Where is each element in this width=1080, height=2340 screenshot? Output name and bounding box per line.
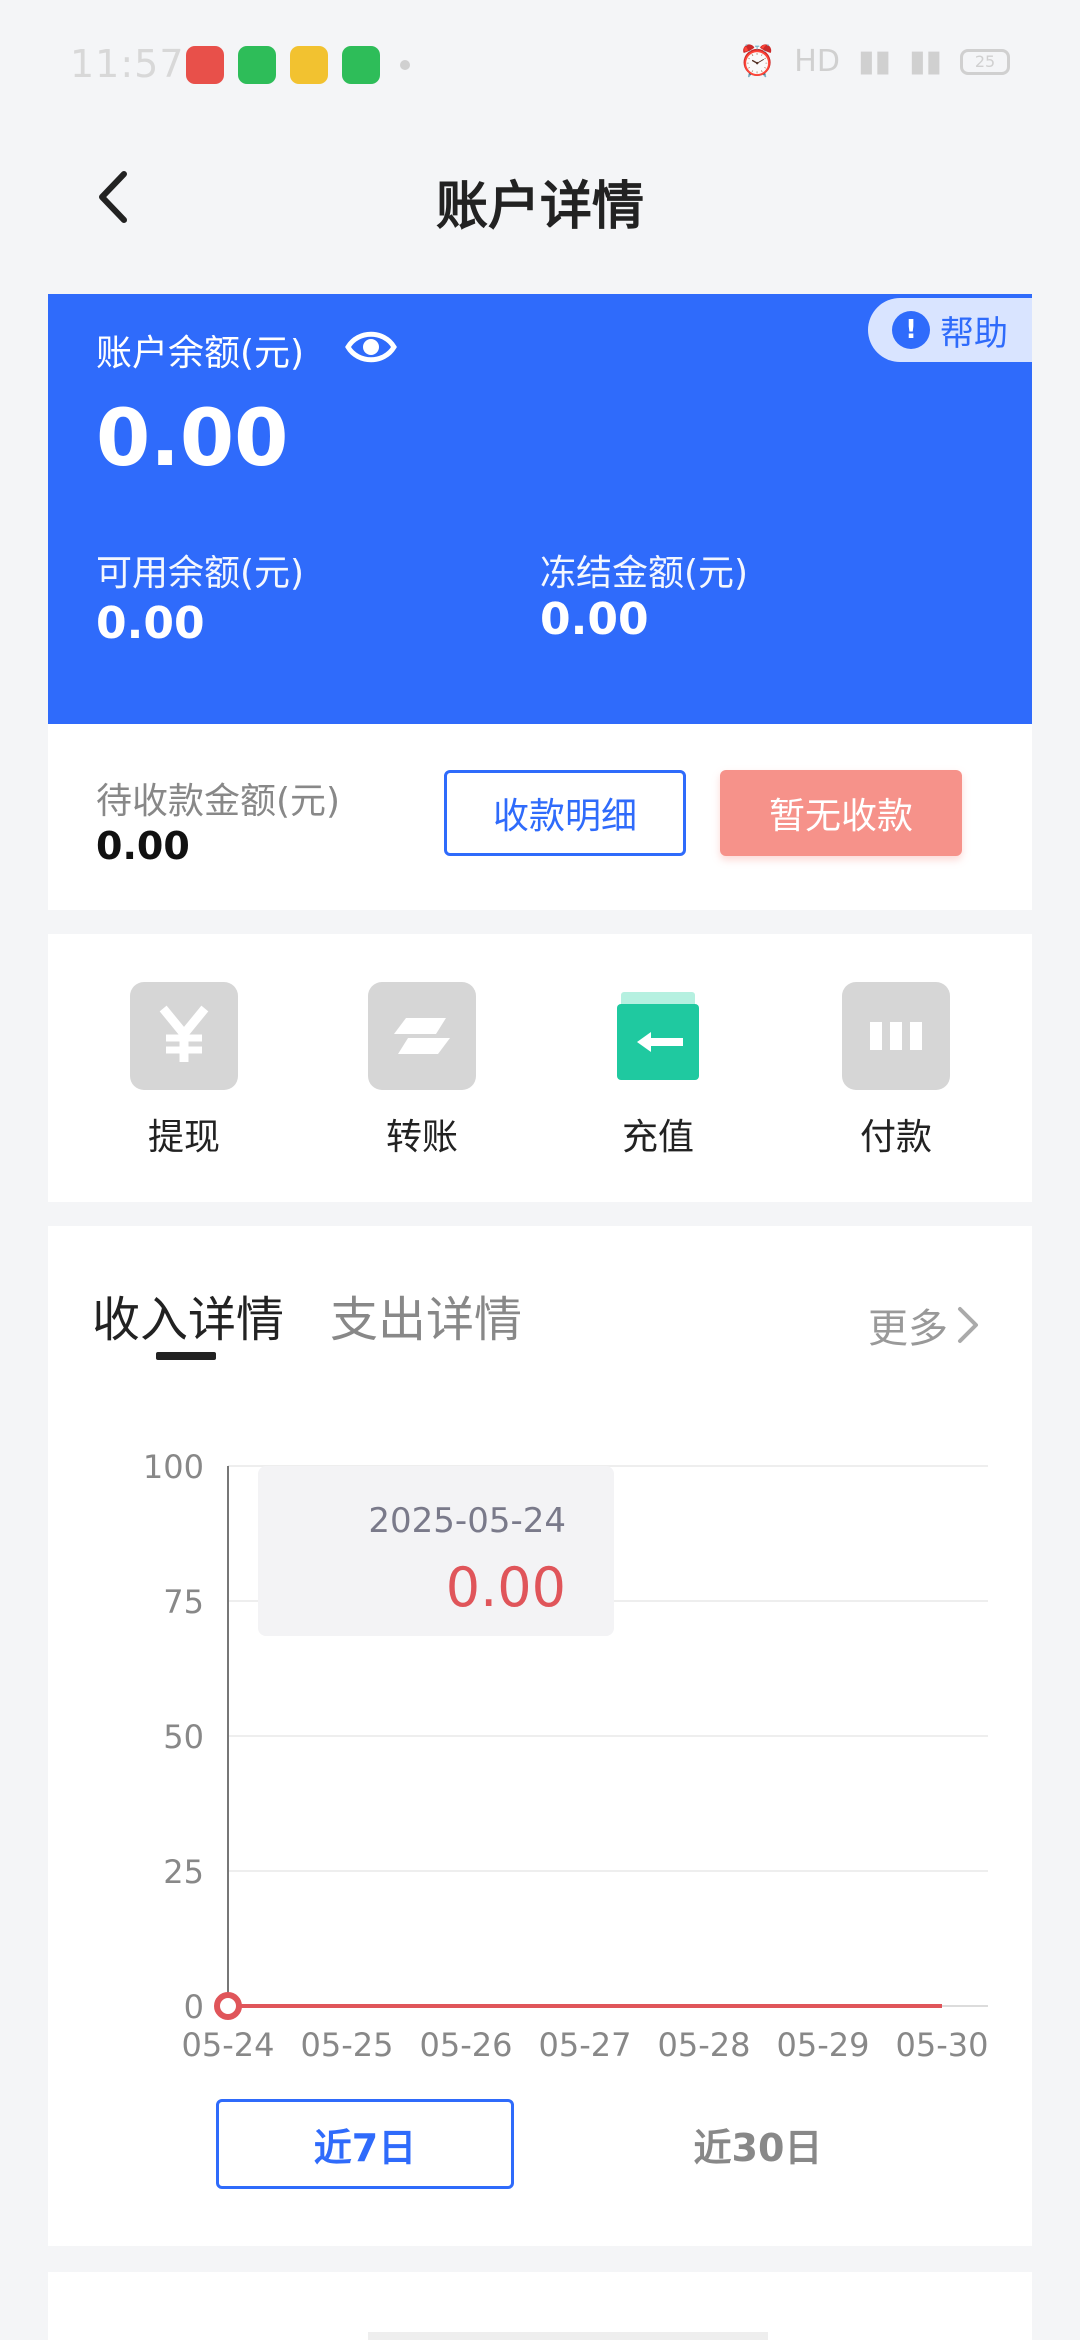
y-tick-label: 25 (163, 1853, 204, 1891)
no-payment-button[interactable]: 暂无收款 (720, 770, 962, 856)
status-bar: 11:57 ⏰ HD ▮▮ ▮▮ 25 (0, 0, 1080, 130)
y-tick-label: 100 (143, 1448, 204, 1486)
x-tick-label: 05-26 (420, 2026, 513, 2064)
withdraw-label: 提现 (147, 1117, 220, 1158)
balance-label: 账户余额(元) (96, 333, 305, 374)
more-link[interactable]: 更多 (868, 1296, 982, 1354)
more-label: 更多 (868, 1306, 948, 1352)
y-tick-label: 75 (163, 1583, 204, 1621)
x-tick-label: 05-30 (896, 2026, 989, 2064)
recharge-label: 充值 (621, 1117, 694, 1158)
payment-action[interactable]: 付款 (796, 982, 996, 1160)
x-tick-label: 05-28 (658, 2026, 751, 2064)
chevron-right-icon (958, 1307, 978, 1343)
transfer-action[interactable]: 转账 (322, 982, 522, 1160)
range-30-days-button[interactable]: 近30日 (628, 2099, 888, 2189)
hd-indicator: HD (794, 44, 840, 79)
quick-actions: 提现 转账 充值 付款 (48, 934, 1032, 1202)
info-icon: ! (892, 311, 930, 349)
x-tick-label: 05-29 (777, 2026, 870, 2064)
more-notifications-icon (400, 60, 410, 70)
income-card: 收入详情 支出详情 更多 0 25 50 75 100 05-24 05-25 05-26 05… (48, 1226, 1032, 2246)
pending-amount-label: 待收款金额(元) (96, 781, 341, 822)
available-balance-value: 0.00 (96, 598, 205, 649)
y-tick-label: 50 (163, 1718, 204, 1756)
income-line-chart: 0 25 50 75 100 05-24 05-25 05-26 05-27 05-28 05-29… (143, 1448, 989, 2064)
help-button[interactable]: ! 帮助 (868, 298, 1032, 362)
data-point (214, 1992, 242, 2020)
pending-section: 待收款金额(元) 0.00 收款明细 暂无收款 (48, 724, 1032, 910)
recharge-action[interactable]: 充值 (558, 982, 758, 1160)
game-app-icon (290, 46, 328, 84)
balance-card: 账户余额(元) ! 帮助 0.00 可用余额(元) 0.00 冻结金额(元) 0… (48, 294, 1032, 724)
pending-amount-value: 0.00 (96, 824, 190, 868)
battery-icon: 25 (960, 48, 1010, 75)
bottom-placeholder-bar (368, 2332, 768, 2340)
x-tick-label: 05-25 (301, 2026, 394, 2064)
receipt-detail-button[interactable]: 收款明细 (444, 770, 686, 856)
frozen-amount-value: 0.00 (540, 594, 649, 645)
payment-label: 付款 (859, 1117, 932, 1158)
transfer-label: 转账 (385, 1117, 458, 1158)
green-app-icon (238, 46, 276, 84)
page-title: 账户详情 (435, 177, 644, 237)
tab-expense-details[interactable]: 支出详情 (330, 1280, 522, 1350)
balance-value: 0.00 (96, 394, 289, 484)
active-tab-indicator (156, 1352, 216, 1360)
available-balance-label: 可用余额(元) (96, 553, 305, 594)
alarm-icon: ⏰ (738, 44, 777, 79)
status-time: 11:57 (70, 42, 185, 86)
status-indicators: ⏰ HD ▮▮ ▮▮ 25 (739, 44, 1010, 79)
message-app-icon (342, 46, 380, 84)
signal-icon-2: ▮▮ (908, 44, 942, 79)
x-tick-label: 05-24 (182, 2026, 275, 2064)
bottom-summary-card (48, 2272, 1032, 2340)
taobao-app-icon (186, 46, 224, 84)
header: 账户详情 (0, 140, 1080, 250)
transfer-icon (368, 982, 476, 1090)
eye-icon[interactable] (344, 320, 398, 374)
withdraw-action[interactable]: 提现 (84, 982, 284, 1160)
recharge-icon (604, 982, 712, 1090)
signal-icon: ▮▮ (857, 44, 891, 79)
help-label: 帮助 (940, 313, 1008, 354)
y-tick-label: 0 (184, 1988, 204, 2026)
x-tick-label: 05-27 (539, 2026, 632, 2064)
payment-icon (842, 982, 950, 1090)
tab-income-details[interactable]: 收入详情 (92, 1280, 284, 1350)
yuan-icon (130, 982, 238, 1090)
range-7-days-button[interactable]: 近7日 (216, 2099, 514, 2189)
tooltip-date: 2025-05-24 (368, 1501, 566, 1541)
tooltip-value: 0.00 (446, 1556, 566, 1619)
frozen-amount-label: 冻结金额(元) (540, 553, 749, 594)
status-app-icons (186, 46, 410, 84)
